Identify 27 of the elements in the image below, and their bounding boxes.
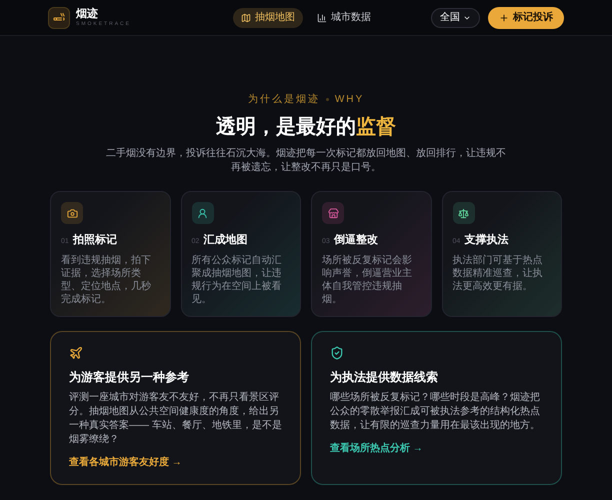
section-eyebrow: 为什么是烟迹 [248,92,320,107]
section-title: 透明，是最好的监督 [216,113,396,140]
brand-name: 烟迹 [76,8,99,20]
feature-title: 倒逼整改 [334,233,378,248]
audience-title: 为执法提供数据线索 [330,368,439,386]
section-eyebrow-en: WHY [334,93,364,107]
map-icon [241,12,251,22]
audience-title: 为游客提供另一种参考 [69,368,190,386]
logo-icon [48,6,70,28]
audience-link[interactable]: 查看各城市游客友好度 → [69,454,282,470]
plus-icon [499,12,509,22]
nav-tab[interactable]: 抽烟地图 [233,8,303,28]
feature-description: 执法部门可基于热点数据精准巡查，让执法更高效更有据。 [452,254,544,292]
feature-description: 所有公众标记自动汇聚成抽烟地图，让违规行为在空间上被看见。 [192,254,282,306]
feature-title: 汇成地图 [203,232,248,248]
feature-title: 拍照标记 [72,232,117,248]
audience-link[interactable]: 查看场所热点分析 → [330,440,543,456]
section-subtitle: 二手烟没有边界，投诉往往石沉大海。烟迹把每一次标记都放回地图、放回排行，让违规不再被遗忘，让整改不再只是口号。 [106,147,506,175]
feature-description: 看到违规抽烟，拍下证据，选择场所类型、定位地点，几秒完成标记。 [61,254,152,306]
audience-description: 哪些场所被反复标记？哪些时段是高峰？烟迹把公众的零散举报汇成可被执法参考的结构化热点数据，让有限的巡查力量用在最该出现的地方。 [330,390,541,432]
bar-chart-icon [317,12,327,22]
audience-description: 评测一座城市对游客友不友好，不再只看景区评分。抽烟地图从公共空间健康度的角度，给出另一种真实答案—— 车站、餐厅、地铁里，是不是烟雾缭绕？ [69,390,282,446]
region-select[interactable]: 全国 [431,8,480,28]
report-button[interactable]: 标记投诉 [488,6,564,28]
feature-description: 场所被反复标记会影响声誉，倒逼营业主体自我管控违规抽烟。 [322,254,413,306]
nav-tab[interactable]: 城市数据 [309,8,379,28]
feature-title: 支撑执法 [464,232,508,248]
